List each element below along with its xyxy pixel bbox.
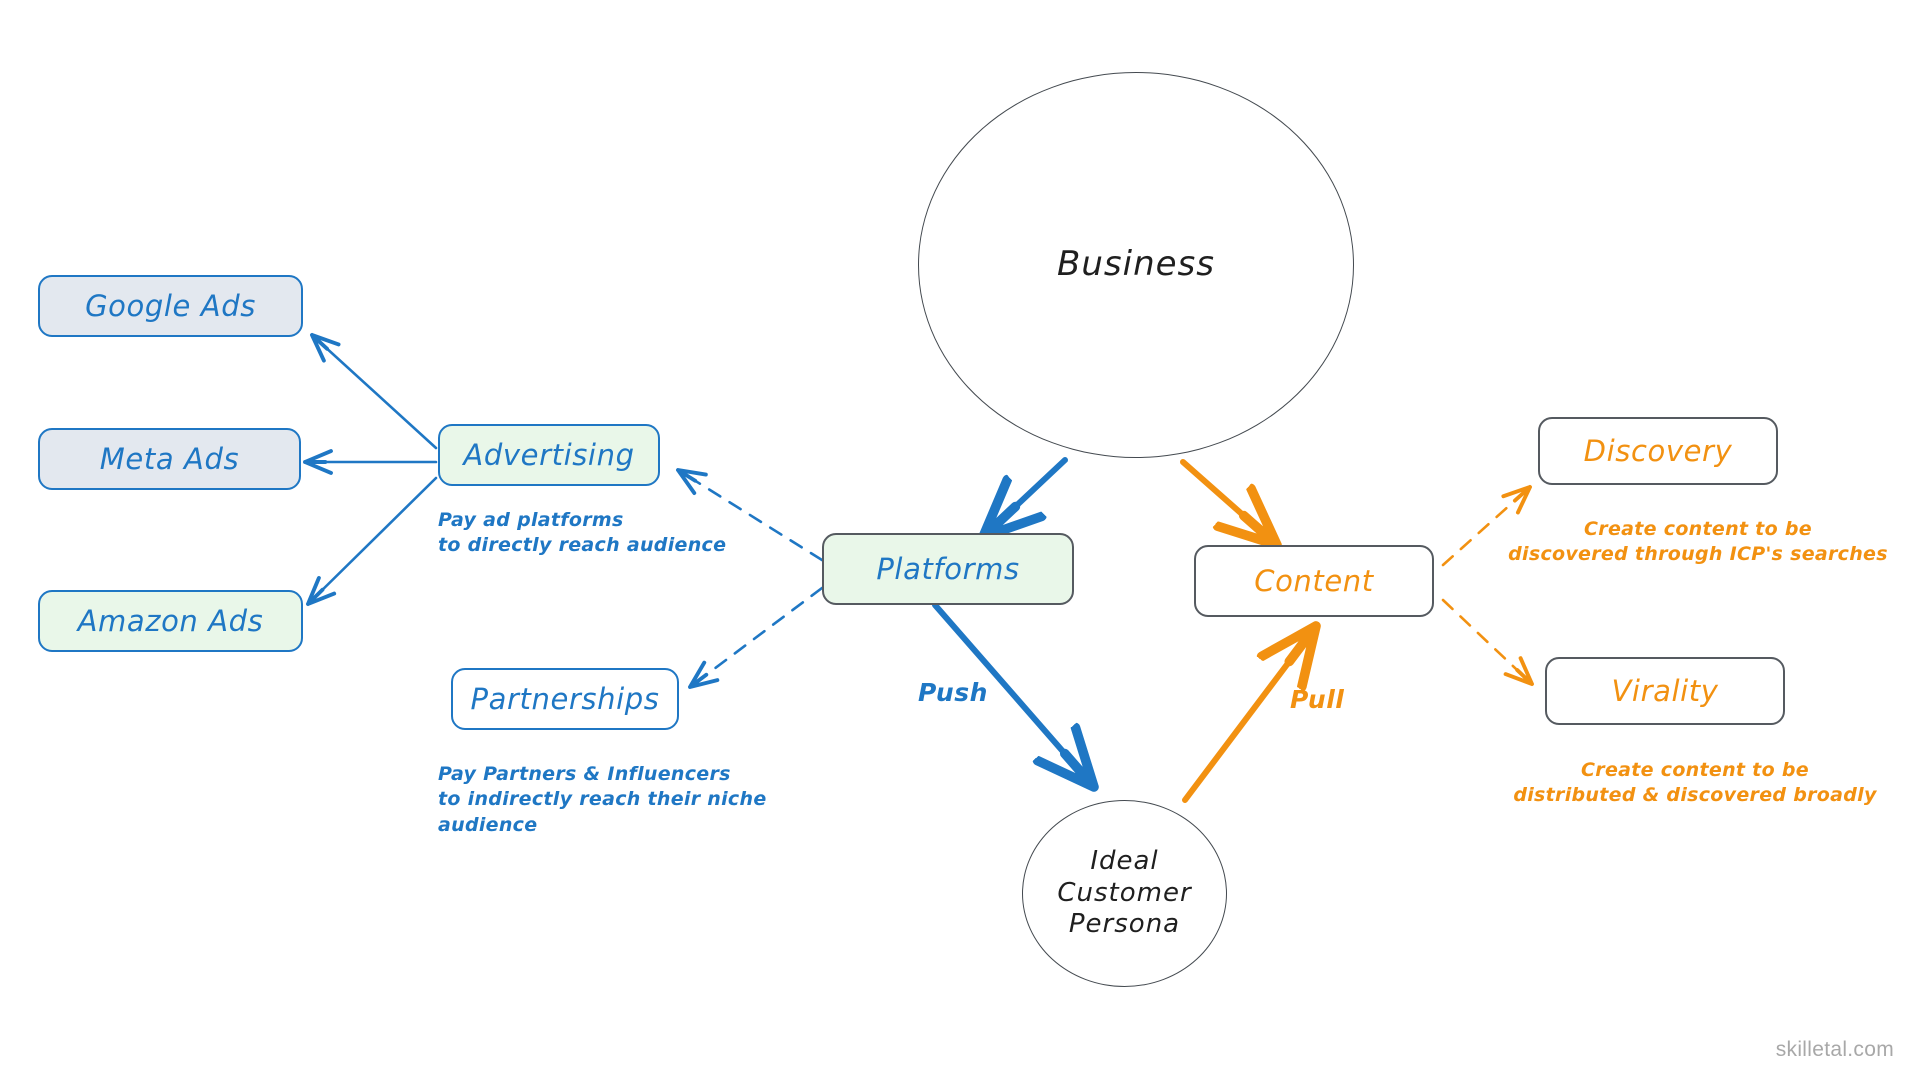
edge-business-platforms	[983, 457, 1068, 537]
caption-advertising: Pay ad platforms to directly reach audie…	[438, 509, 727, 557]
edge-advertising-amazon-ads	[306, 476, 438, 606]
caption-partnerships: Pay Partners & Influencers to indirectly…	[438, 763, 767, 836]
node-discovery[interactable]: Discovery	[1538, 417, 1778, 485]
watermark: skilletal.com	[1775, 1038, 1894, 1061]
node-content[interactable]: Content	[1194, 545, 1434, 617]
edge-label-pull: Pull	[1290, 685, 1345, 714]
node-content-label: Content	[1254, 564, 1374, 598]
node-virality-label: Virality	[1611, 674, 1719, 708]
node-platforms-label: Platforms	[876, 552, 1020, 586]
node-partnerships[interactable]: Partnerships	[451, 668, 679, 730]
node-ideal-customer-persona[interactable]: Ideal Customer Persona	[1022, 800, 1227, 987]
node-google-ads-label: Google Ads	[85, 289, 256, 323]
edge-label-push: Push	[918, 678, 988, 707]
caption-discovery: Create content to be discovered through …	[1508, 518, 1888, 566]
node-amazon-ads[interactable]: Amazon Ads	[38, 590, 303, 652]
node-meta-ads[interactable]: Meta Ads	[38, 428, 301, 490]
node-advertising-label: Advertising	[463, 438, 635, 472]
node-advertising[interactable]: Advertising	[438, 424, 660, 486]
edge-content-virality	[1441, 598, 1534, 686]
node-business[interactable]: Business	[918, 72, 1354, 458]
edge-platforms-partnerships	[688, 586, 824, 689]
node-meta-ads-label: Meta Ads	[99, 442, 240, 476]
node-virality[interactable]: Virality	[1545, 657, 1785, 725]
node-discovery-label: Discovery	[1583, 434, 1733, 468]
edge-advertising-google-ads	[310, 333, 438, 450]
diagram-canvas: Business Platforms Content Ideal Custome…	[0, 0, 1920, 1080]
node-partnerships-label: Partnerships	[470, 682, 660, 716]
node-google-ads[interactable]: Google Ads	[38, 275, 303, 337]
node-business-label: Business	[1057, 244, 1215, 285]
node-icp-label: Ideal Customer Persona	[1057, 845, 1192, 940]
node-amazon-ads-label: Amazon Ads	[77, 604, 264, 638]
node-platforms[interactable]: Platforms	[822, 533, 1074, 605]
caption-virality: Create content to be distributed & disco…	[1513, 759, 1877, 807]
edge-business-content	[1180, 459, 1277, 545]
